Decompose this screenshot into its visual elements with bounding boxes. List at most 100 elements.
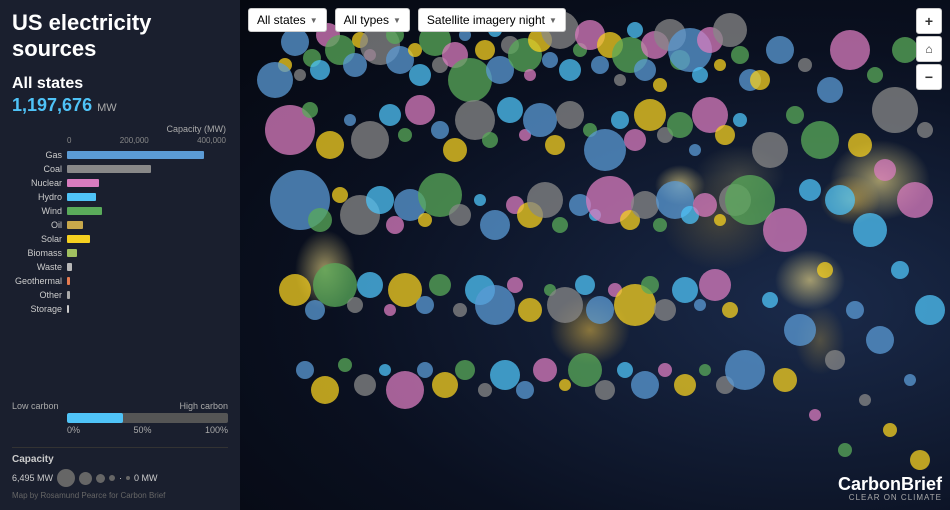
map-dot [384,304,396,316]
map-dot [455,360,475,380]
carbon-section: Low carbon High carbon 0% 50% 100% [12,401,228,435]
map-dot [431,121,449,139]
chart-row: Oil [12,219,228,232]
map-dot [672,277,698,303]
chart-bar [67,207,102,215]
map-dot [344,114,356,126]
map-dot [798,58,812,72]
map-dot [848,133,872,157]
map-dot [409,64,431,86]
map-dot [417,362,433,378]
map-dot [634,99,666,131]
chart-bar-container [67,249,228,257]
low-carbon-label: Low carbon [12,401,59,411]
chart-row: Gas [12,149,228,162]
states-dropdown[interactable]: All states ▼ [248,8,327,32]
zoom-home-button[interactable]: ⌂ [916,36,942,62]
map-dot [366,186,394,214]
map-dot [825,350,845,370]
zoom-out-button[interactable]: − [916,64,942,90]
types-dropdown-label: All types [344,13,389,27]
chart-bar-container [67,151,228,159]
chart-row-label: Waste [12,262,67,272]
map-dot [766,36,794,64]
map-dot [784,314,816,346]
zoom-controls: + ⌂ − [916,8,942,90]
map-dot [523,103,557,137]
map-dot [917,122,933,138]
chart-row: Hydro [12,191,228,204]
map-dot [624,129,646,151]
map-dot [296,361,314,379]
total-mw: 1,197,676 MW [12,95,228,116]
map-dot [750,70,770,90]
types-dropdown-arrow: ▼ [393,16,401,25]
capacity-legend-title: Capacity [12,454,228,465]
capacity-large-label: 6,495 MW [12,473,53,483]
map-dot [731,46,749,64]
map-dot [584,129,626,171]
map-dot [379,104,401,126]
chart-row: Coal [12,163,228,176]
map-dot [490,360,520,390]
chart-bar [67,165,151,173]
map-dot [653,218,667,232]
map-dot [453,303,467,317]
high-carbon-label: High carbon [179,401,228,411]
cap-circle-tiny [109,475,115,481]
map-dot [699,269,731,301]
axis-ticks: 0 200,000 400,000 [12,136,228,145]
chart-bar [67,263,72,271]
zoom-in-button[interactable]: + [916,8,942,34]
map-dot [631,191,659,219]
chart-bar-container [67,291,228,299]
map-dot [351,121,389,159]
chart-row-label: Gas [12,150,67,160]
chart-bar [67,277,70,285]
map-dot [480,210,510,240]
cap-circle-small [96,474,105,483]
map-dot [722,302,738,318]
carbon-brief-logo: CarbonBrief CLEAR ON CLIMATE [838,475,942,502]
map-dot [801,121,839,159]
map-dot [910,450,930,470]
top-bar: All states ▼ All types ▼ Satellite image… [248,8,910,32]
map-credit: Map by Rosamund Pearce for Carbon Brief [12,491,228,500]
map-dot [883,423,897,437]
chart-row: Nuclear [12,177,228,190]
map-dot [817,262,833,278]
capacity-axis-label: Capacity (MW) [12,124,228,134]
chart-bar [67,291,70,299]
imagery-dropdown[interactable]: Satellite imagery night ▼ [418,8,566,32]
carbon-pct-labels: 0% 50% 100% [67,425,228,435]
chart-row: Waste [12,261,228,274]
map-dot [398,128,412,142]
map-dot [507,277,523,293]
map-dot [474,194,486,206]
types-dropdown[interactable]: All types ▼ [335,8,410,32]
chart-bar [67,179,99,187]
map-dot [443,138,467,162]
chart-row-label: Geothermal [12,276,67,286]
chart-row-label: Biomass [12,248,67,258]
capacity-circles: 6,495 MW · 0 MW [12,469,228,487]
map-dot [533,358,557,382]
page-title: US electricity sources [12,10,228,63]
map-dot [586,296,614,324]
chart-bar [67,305,69,313]
map-area[interactable]: All states ▼ All types ▼ Satellite image… [240,0,950,510]
map-dot [518,298,542,322]
map-dot [752,132,788,168]
map-dot [559,59,581,81]
chart-bar [67,193,96,201]
map-dot [892,37,918,63]
map-dot [556,101,584,129]
map-dot [429,274,451,296]
map-dot [405,95,435,125]
map-dot [859,394,871,406]
map-dot [311,376,339,404]
map-dot [667,112,693,138]
map-dot [725,350,765,390]
map-dot [653,78,667,92]
map-dot [347,297,363,313]
